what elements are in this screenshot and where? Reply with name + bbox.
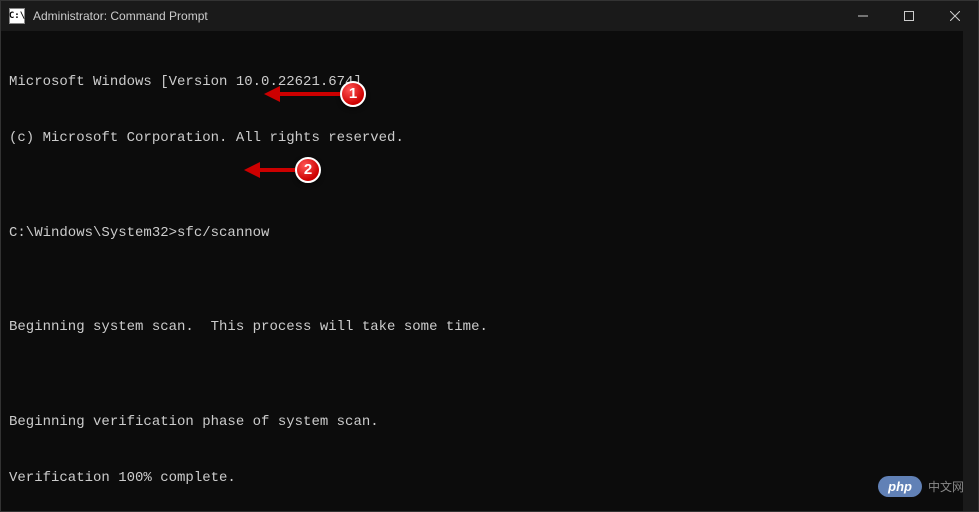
scrollbar[interactable] xyxy=(963,30,978,511)
arrow-left-icon xyxy=(244,162,260,178)
watermark: php 中文网 xyxy=(878,476,964,497)
php-logo: php xyxy=(878,476,922,497)
output-line: Microsoft Windows [Version 10.0.22621.67… xyxy=(9,73,970,92)
window-title: Administrator: Command Prompt xyxy=(33,9,840,23)
minimize-button[interactable] xyxy=(840,1,886,31)
output-line: (c) Microsoft Corporation. All rights re… xyxy=(9,129,970,148)
prompt-line: C:\Windows\System32>sfc/scannow xyxy=(9,224,970,243)
cmd-icon: C:\ xyxy=(9,8,25,24)
annotation-2: 2 xyxy=(244,157,321,183)
close-button[interactable] xyxy=(932,1,978,31)
annotation-badge: 2 xyxy=(295,157,321,183)
output-line: Beginning system scan. This process will… xyxy=(9,318,970,337)
window-controls xyxy=(840,1,978,31)
command-prompt-window: C:\ Administrator: Command Prompt Micros… xyxy=(0,0,979,512)
titlebar[interactable]: C:\ Administrator: Command Prompt xyxy=(1,1,978,31)
arrow-shaft xyxy=(260,168,295,172)
watermark-text: 中文网 xyxy=(928,478,964,495)
maximize-button[interactable] xyxy=(886,1,932,31)
arrow-shaft xyxy=(280,92,340,96)
output-line: Beginning verification phase of system s… xyxy=(9,413,970,432)
terminal-output[interactable]: Microsoft Windows [Version 10.0.22621.67… xyxy=(1,31,978,511)
output-line: Verification 100% complete. xyxy=(9,469,970,488)
